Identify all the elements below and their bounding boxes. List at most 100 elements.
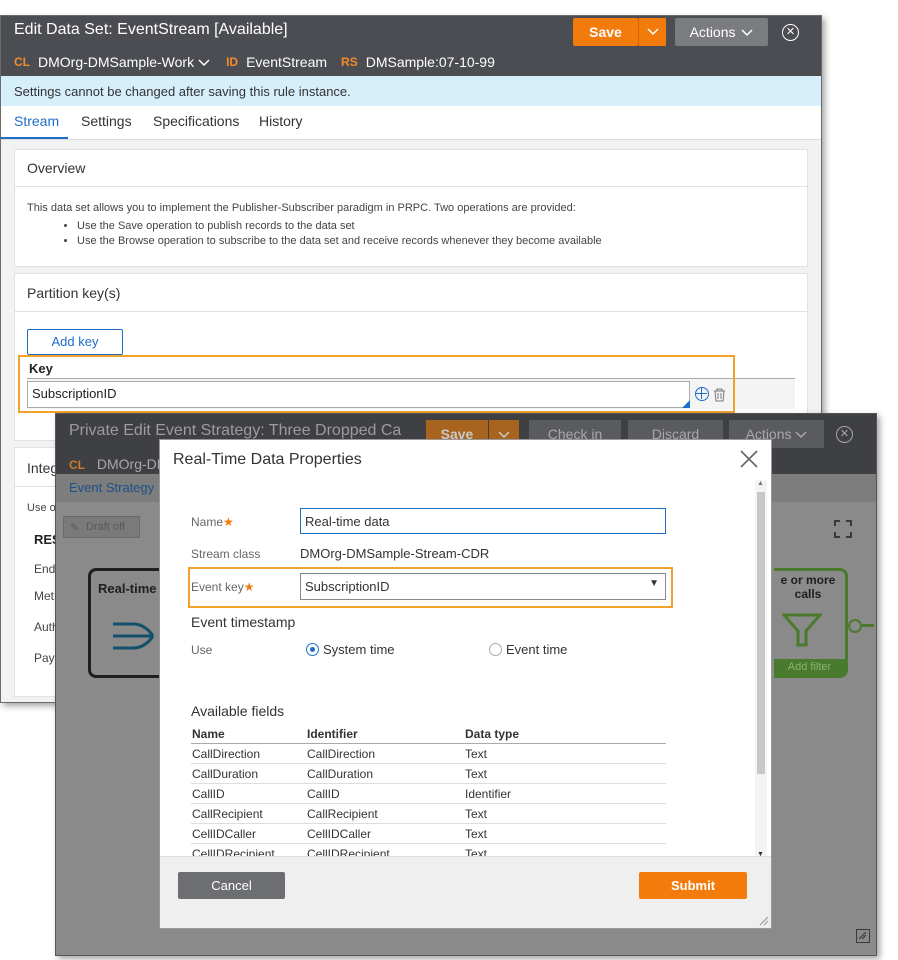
close-icon[interactable] (739, 449, 759, 475)
event-time-radio[interactable] (489, 643, 502, 656)
close-icon[interactable]: ✕ (782, 24, 799, 41)
tab-specifications[interactable]: Specifications (153, 113, 239, 129)
connector-icon[interactable] (848, 619, 862, 633)
funnel-icon (782, 613, 822, 647)
table-cell: CallDuration (191, 763, 306, 784)
class-value: DMOrg-DM (96, 456, 169, 472)
overview-bullets: Use the Save operation to publish record… (39, 220, 602, 247)
table-cell: CallID (191, 783, 306, 804)
table-cell: CallRecipient (191, 803, 306, 824)
cancel-button[interactable]: Cancel (178, 872, 285, 899)
trash-icon[interactable] (713, 388, 726, 402)
integration-text: Use o (27, 502, 56, 514)
divider (15, 186, 807, 187)
overview-title: Overview (27, 160, 86, 176)
resize-corner-icon (682, 400, 690, 408)
close-icon[interactable]: ✕ (836, 426, 853, 443)
name-label-text: Name (191, 515, 224, 529)
system-time-radio[interactable] (306, 643, 319, 656)
partition-key-input[interactable]: SubscriptionID (27, 381, 690, 408)
event-timestamp-title: Event timestamp (191, 614, 296, 630)
list-item: Use the Browse operation to subscribe to… (77, 235, 602, 247)
context-bar: CL DMOrg-DM (69, 456, 168, 472)
filter-shape[interactable]: e or more calls Add filter (774, 568, 848, 678)
tab-event-strategy[interactable]: Event Strategy (69, 480, 154, 495)
draft-label: Draft off (86, 521, 125, 533)
table-cell: Text (464, 743, 666, 764)
use-label: Use (191, 643, 213, 657)
stream-class-value: DMOrg-DMSample-Stream-CDR (300, 546, 490, 561)
method-label: Met (34, 589, 55, 603)
table-cell: Identifier (464, 783, 666, 804)
name-input[interactable] (300, 508, 666, 534)
event-key-label-text: Event key (191, 580, 244, 594)
class-value[interactable]: DMOrg-DMSample-Work (38, 54, 194, 70)
class-tag: CL (69, 458, 85, 472)
chevron-down-icon[interactable] (198, 54, 210, 70)
chevron-down-icon (646, 28, 659, 36)
add-filter-label: Add filter (787, 661, 832, 673)
available-fields-table: Name Identifier Data type CallDirection C… (191, 725, 666, 864)
table-cell: CallDirection (191, 743, 306, 764)
scroll-thumb[interactable] (757, 492, 765, 774)
connector-line (862, 624, 874, 627)
system-time-label[interactable]: System time (323, 642, 395, 657)
integration-title: Integ (27, 460, 59, 476)
payload-label: Payl (34, 651, 58, 665)
name-label: Name★ (191, 515, 234, 529)
partition-title: Partition key(s) (27, 285, 121, 301)
chevron-down-icon (795, 431, 807, 439)
tab-bar: Stream Settings Specifications History (1, 106, 821, 140)
target-icon[interactable] (695, 387, 709, 401)
actions-label: Actions (689, 24, 736, 40)
table-row[interactable]: CallDirection CallDirection Text (191, 743, 666, 764)
table-cell: CallRecipient (306, 803, 464, 824)
event-key-select[interactable]: SubscriptionID ▼ (300, 573, 666, 600)
id-tag: ID (226, 55, 239, 69)
available-fields-title: Available fields (191, 703, 285, 719)
list-item: Use the Save operation to publish record… (77, 220, 602, 232)
table-row[interactable]: CallRecipient CallRecipient Text (191, 803, 666, 824)
active-tab-indicator (1, 137, 68, 139)
window-header: Edit Data Set: EventStream [Available] C… (1, 16, 821, 76)
save-dropdown-button[interactable] (638, 18, 666, 46)
column-header: Name (191, 725, 306, 744)
ruleset-tag: RS (341, 55, 358, 69)
dialog-title: Real-Time Data Properties (173, 451, 362, 468)
table-cell: CallDirection (306, 743, 464, 764)
overview-panel: Overview This data set allows you to imp… (14, 149, 808, 267)
tab-settings[interactable]: Settings (81, 113, 132, 129)
add-key-button[interactable]: Add key (27, 329, 123, 355)
table-cell: Text (464, 763, 666, 784)
stream-class-label: Stream class (191, 547, 261, 561)
table-row[interactable]: CallDuration CallDuration Text (191, 763, 666, 784)
table-header-row: Name Identifier Data type (191, 725, 666, 744)
table-row[interactable]: CallID CallID Identifier (191, 783, 666, 804)
overview-text: This data set allows you to implement th… (27, 202, 576, 214)
chevron-down-icon (741, 29, 753, 37)
id-value: EventStream (246, 54, 328, 70)
event-key-value: SubscriptionID (305, 579, 390, 594)
real-time-data-shape[interactable]: Real-time (88, 568, 160, 678)
dialog-footer: Cancel Submit (160, 856, 771, 928)
real-time-data-properties-dialog: Real-Time Data Properties Name★ Stream c… (159, 439, 772, 929)
required-icon: ★ (243, 580, 255, 594)
table-cell: CellIDCaller (306, 823, 464, 844)
tab-stream[interactable]: Stream (14, 113, 59, 129)
table-cell: CallID (306, 783, 464, 804)
resize-grip-icon[interactable] (856, 929, 870, 943)
shape-label: Real-time (98, 581, 157, 596)
table-row[interactable]: CellIDCaller CellIDCaller Text (191, 823, 666, 844)
event-time-label[interactable]: Event time (506, 642, 567, 657)
dropdown-arrow-icon: ▼ (649, 578, 659, 589)
save-button[interactable]: Save (573, 18, 638, 46)
dialog-scrollbar[interactable]: ▲ ▼ (755, 480, 767, 858)
submit-button[interactable]: Submit (639, 872, 747, 899)
actions-button[interactable]: Actions (675, 18, 768, 46)
column-header: Data type (464, 725, 666, 744)
expand-icon[interactable] (834, 520, 852, 538)
scroll-up-icon[interactable]: ▲ (757, 480, 764, 487)
tab-history[interactable]: History (259, 113, 303, 129)
table-cell: Text (464, 823, 666, 844)
resize-handle-icon[interactable] (759, 916, 769, 926)
